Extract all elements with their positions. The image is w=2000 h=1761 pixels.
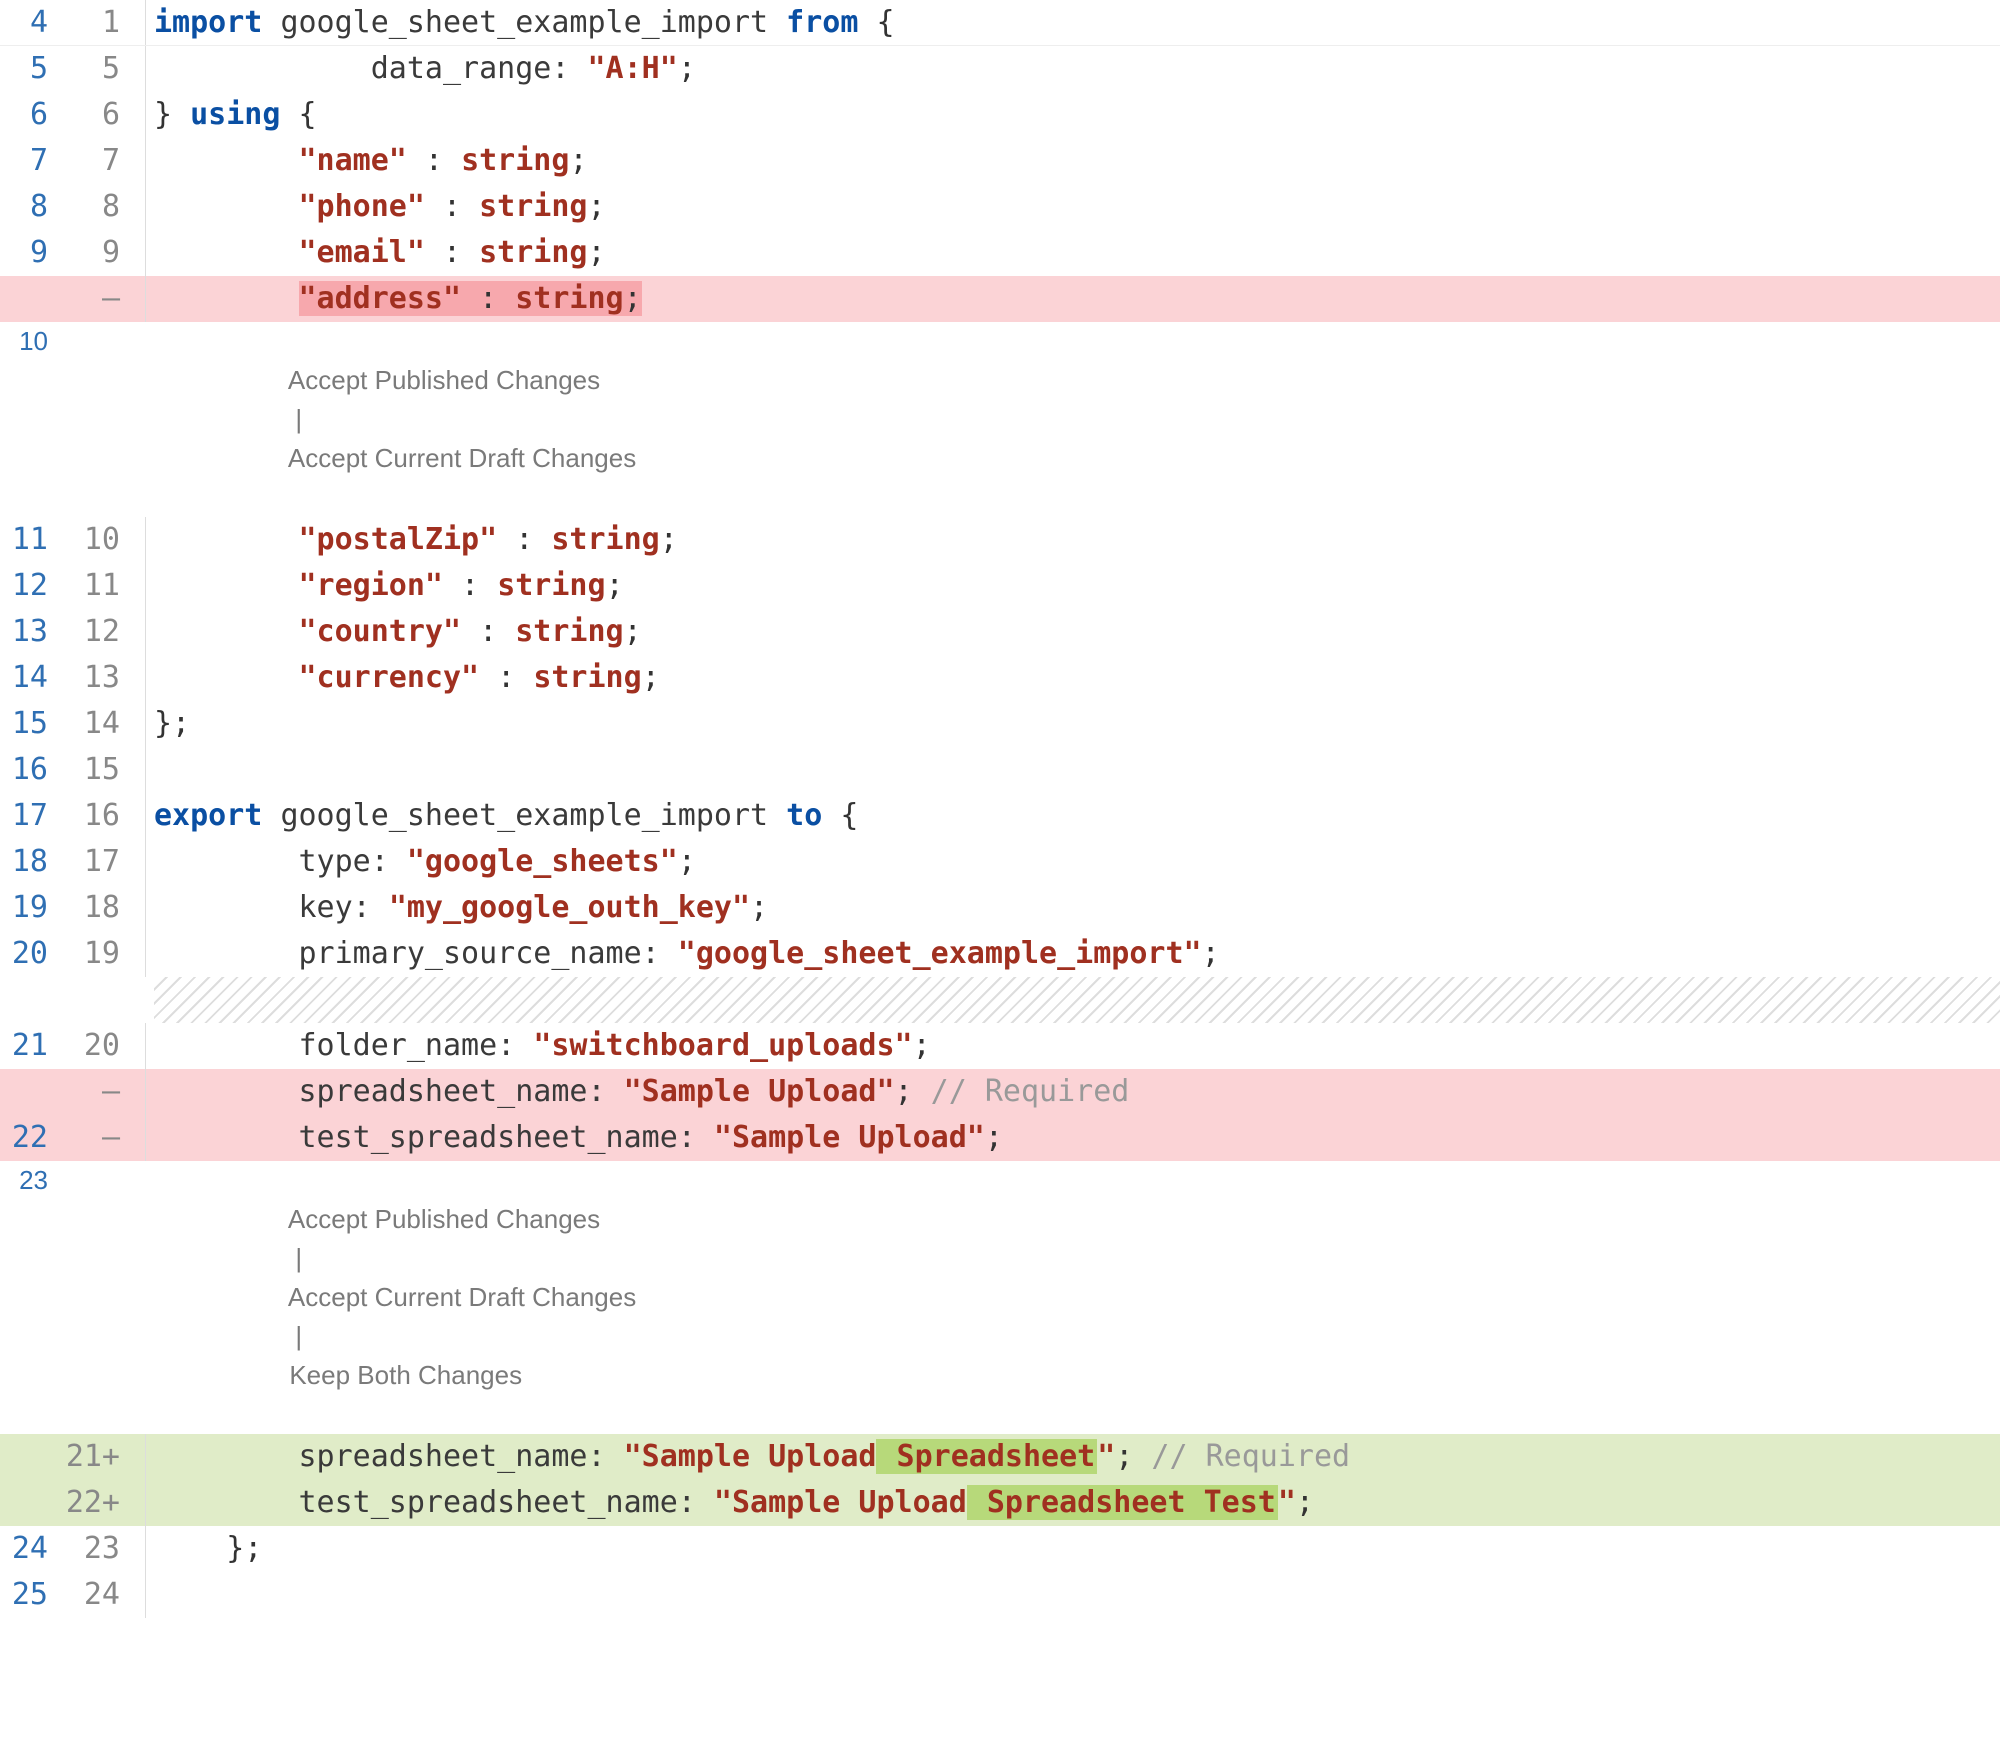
code-line: 20 19 primary_source_name: "google_sheet… <box>0 931 2000 977</box>
accept-published-button[interactable]: Accept Published Changes <box>288 1204 600 1234</box>
code-line: 24 23 }; <box>0 1526 2000 1572</box>
line-number-left: 4 <box>0 0 60 45</box>
code-line: 4 1 import google_sheet_example_import f… <box>0 0 2000 46</box>
code-line: 7 7 "name" : string; <box>0 138 2000 184</box>
code-line: 18 17 type: "google_sheets"; <box>0 839 2000 885</box>
code-line: 17 16 export google_sheet_example_import… <box>0 793 2000 839</box>
accept-draft-button[interactable]: Accept Current Draft Changes <box>288 1282 636 1312</box>
code-line: 21 20 folder_name: "switchboard_uploads"… <box>0 1023 2000 1069</box>
code-text: import google_sheet_example_import from … <box>154 0 2000 45</box>
diff-editor: 4 1 import google_sheet_example_import f… <box>0 0 2000 1618</box>
code-line: 25 24 <box>0 1572 2000 1618</box>
dash-marker: — <box>60 1069 132 1115</box>
removed-line: — spreadsheet_name: "Sample Upload"; // … <box>0 1069 2000 1115</box>
code-line: 15 14 }; <box>0 701 2000 747</box>
added-line: 21+ spreadsheet_name: "Sample Upload Spr… <box>0 1434 2000 1480</box>
code-line: 13 12 "country" : string; <box>0 609 2000 655</box>
code-line: 6 6 } using { <box>0 92 2000 138</box>
line-number-right: 1 <box>60 0 132 45</box>
removed-line: 22 — test_spreadsheet_name: "Sample Uplo… <box>0 1115 2000 1161</box>
conflict-actions: 10 Accept Published Changes | Accept Cur… <box>0 322 2000 517</box>
added-line: 22+ test_spreadsheet_name: "Sample Uploa… <box>0 1480 2000 1526</box>
code-line: 11 10 "postalZip" : string; <box>0 517 2000 563</box>
code-line: 8 8 "phone" : string; <box>0 184 2000 230</box>
dash-marker: — <box>60 1115 132 1161</box>
diff-separator <box>0 977 2000 1023</box>
dash-marker: — <box>60 276 132 322</box>
conflict-actions: 23 Accept Published Changes | Accept Cur… <box>0 1161 2000 1434</box>
removed-line: — "address" : string; <box>0 276 2000 322</box>
code-line: 19 18 key: "my_google_outh_key"; <box>0 885 2000 931</box>
code-line: 9 9 "email" : string; <box>0 230 2000 276</box>
code-line: 16 15 <box>0 747 2000 793</box>
accept-published-button[interactable]: Accept Published Changes <box>288 365 600 395</box>
code-line: 5 5 data_range: "A:H"; <box>0 46 2000 92</box>
code-line: 12 11 "region" : string; <box>0 563 2000 609</box>
keep-both-button[interactable]: Keep Both Changes <box>289 1360 522 1390</box>
code-line: 14 13 "currency" : string; <box>0 655 2000 701</box>
accept-draft-button[interactable]: Accept Current Draft Changes <box>288 443 636 473</box>
